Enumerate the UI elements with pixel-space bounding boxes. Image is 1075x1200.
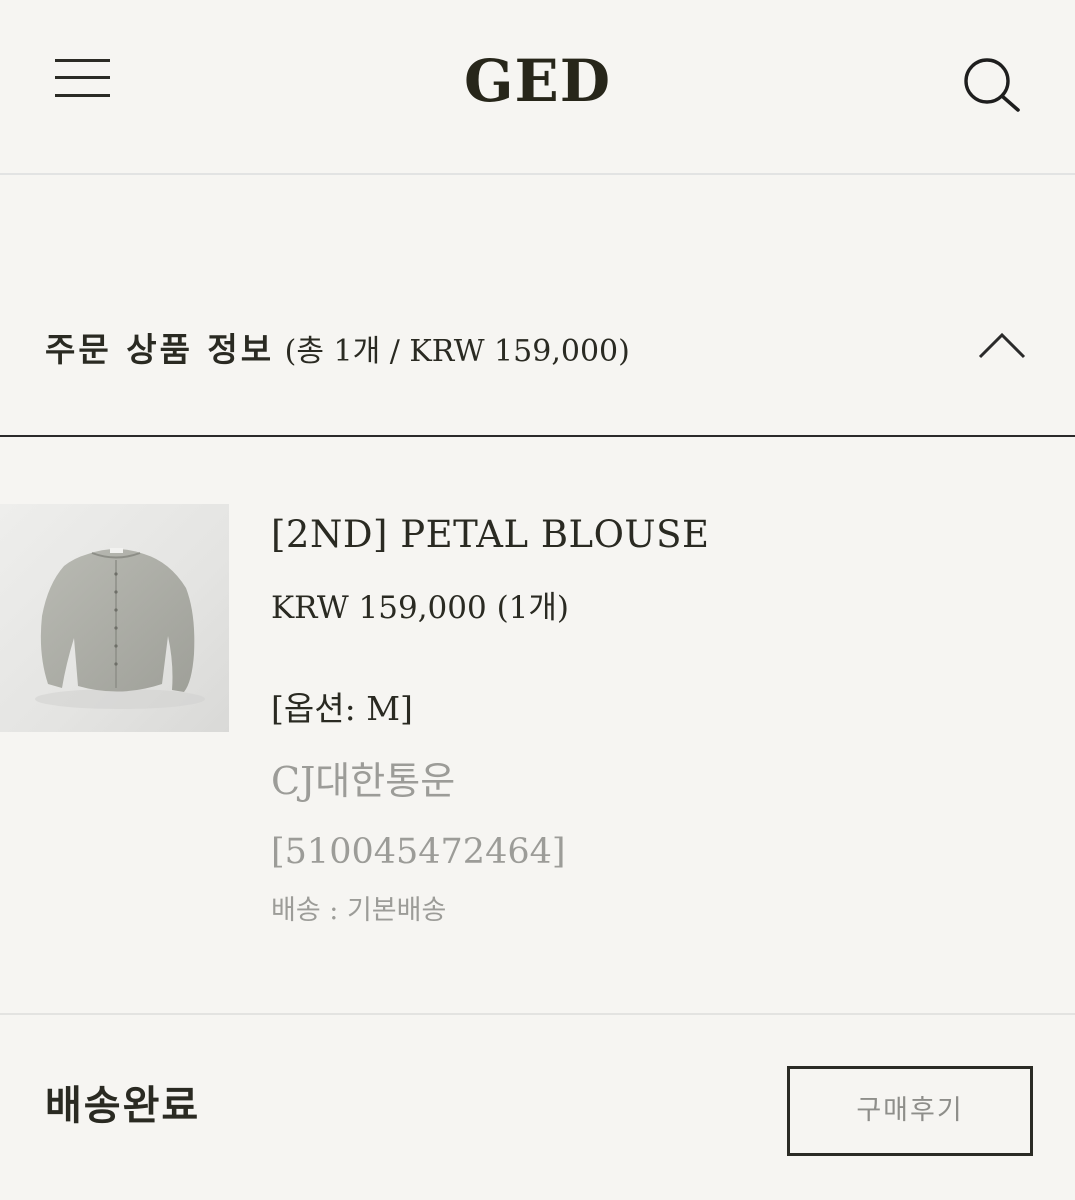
brand-logo-container: GED <box>0 45 1075 117</box>
order-items-summary: (총 1개 / KRW 159,000) <box>284 334 630 369</box>
hamburger-menu-icon[interactable] <box>52 56 112 102</box>
menu-line <box>55 59 110 62</box>
write-review-button[interactable]: 구매후기 <box>787 1066 1033 1156</box>
menu-line <box>55 76 110 79</box>
product-price: KRW 159,000 (1개) <box>271 590 570 626</box>
shipping-method: 배송 : 기본배송 <box>271 895 447 926</box>
brand-logo[interactable]: GED <box>464 47 611 115</box>
menu-line <box>55 94 110 97</box>
tracking-number[interactable]: [510045472464] <box>271 830 566 874</box>
blouse-image <box>35 548 205 709</box>
product-option: [옵션: M] <box>271 689 413 728</box>
product-name[interactable]: [2ND] PETAL BLOUSE <box>271 512 709 558</box>
order-detail-page: GED 주문 상품 정보 (총 1개 / KRW 159,000) [2ND] … <box>0 0 1075 1200</box>
chevron-up-icon[interactable] <box>975 328 1029 362</box>
order-items-title: 주문 상품 정보 <box>45 330 275 369</box>
search-icon[interactable] <box>958 54 1024 114</box>
section-divider <box>0 1013 1075 1015</box>
order-items-heading: 주문 상품 정보 (총 1개 / KRW 159,000) <box>45 328 630 374</box>
order-items-accordion-header[interactable]: 주문 상품 정보 (총 1개 / KRW 159,000) <box>0 290 1075 437</box>
shipping-carrier: CJ대한통운 <box>271 759 456 803</box>
order-status: 배송완료 <box>45 1082 201 1129</box>
product-thumbnail[interactable] <box>0 504 229 732</box>
top-header: GED <box>0 0 1075 175</box>
